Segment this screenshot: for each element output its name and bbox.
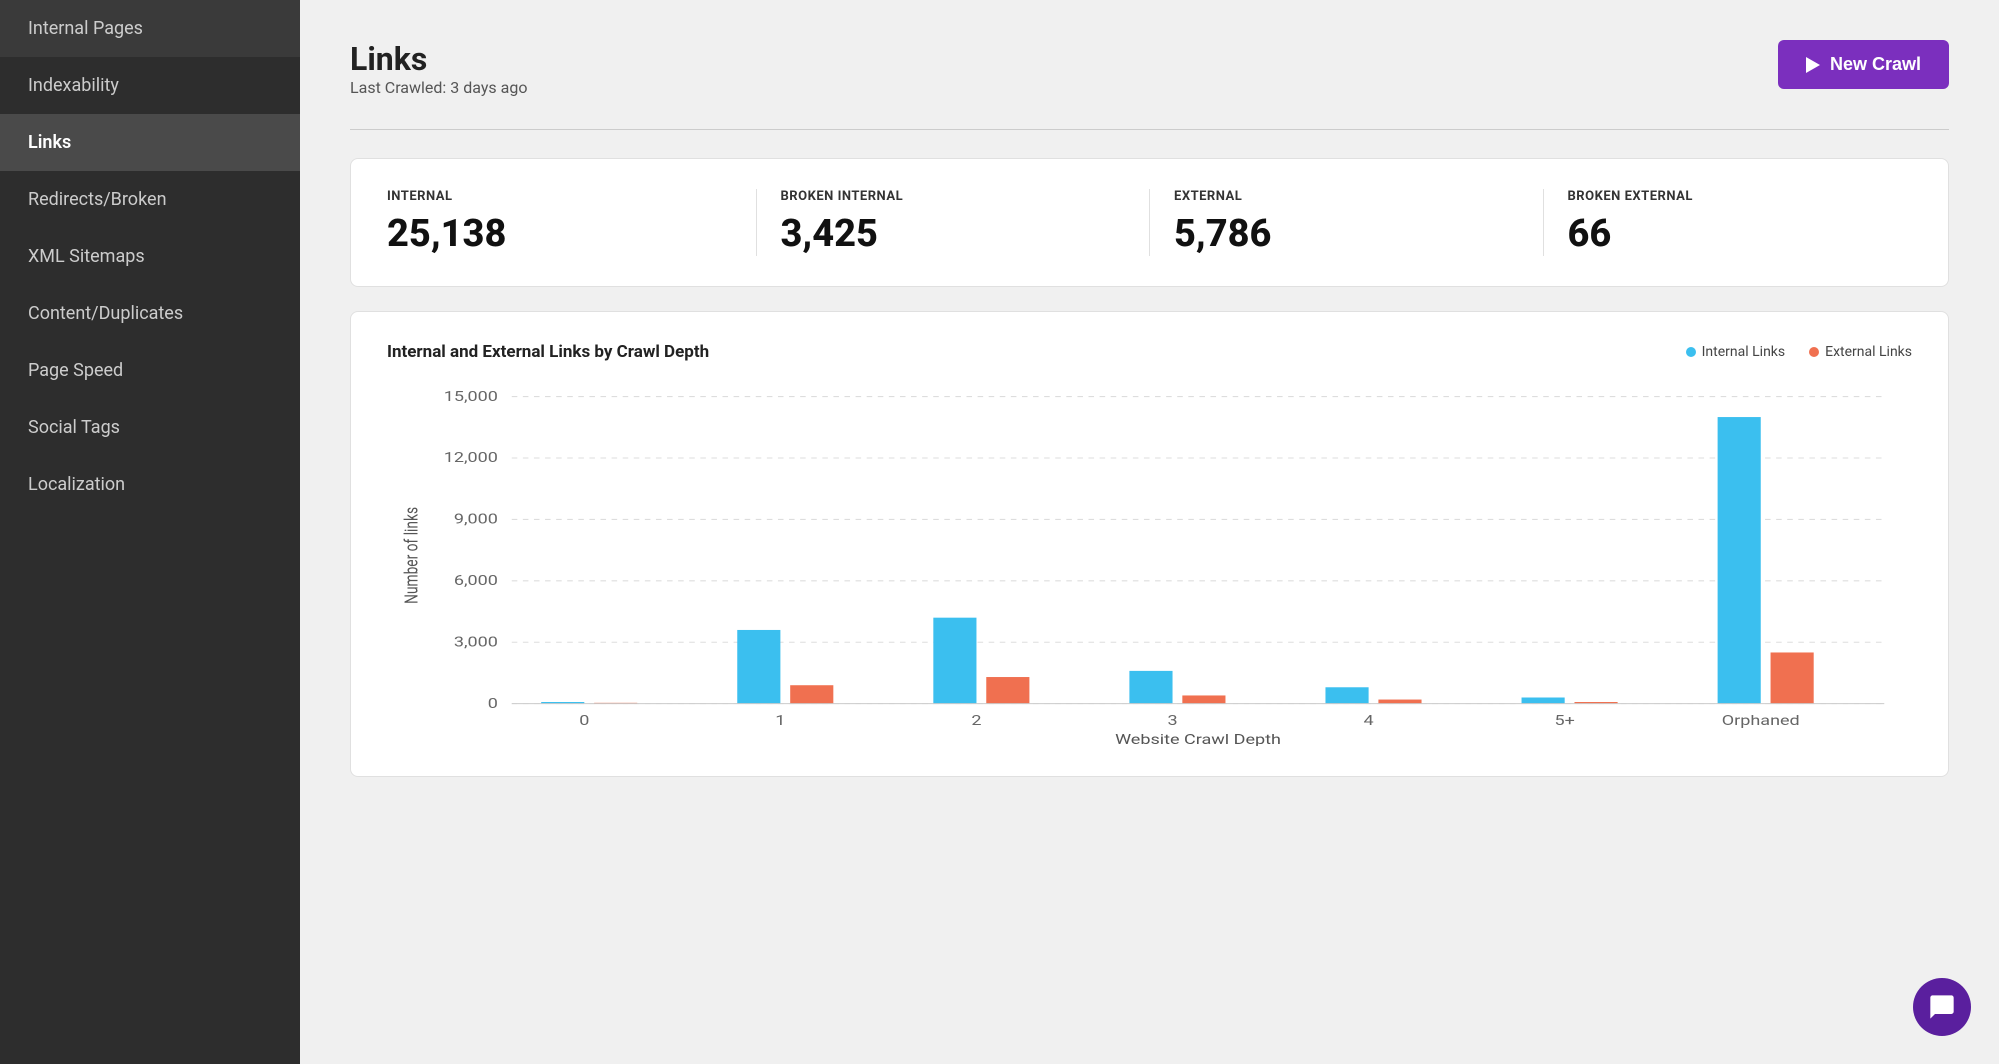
legend-dot-external-links [1809, 347, 1819, 357]
last-crawled-text: Last Crawled: 3 days ago [350, 78, 527, 97]
sidebar-item-xml-sitemaps[interactable]: XML Sitemaps [0, 228, 300, 285]
stat-label-internal: INTERNAL [387, 189, 732, 204]
legend-item-internal-links: Internal Links [1686, 344, 1786, 360]
svg-text:1: 1 [775, 712, 785, 728]
new-crawl-button[interactable]: New Crawl [1778, 40, 1949, 89]
stat-external: EXTERNAL 5,786 [1150, 189, 1544, 256]
svg-text:9,000: 9,000 [454, 511, 498, 527]
stat-value-broken-internal: 3,425 [781, 212, 1126, 256]
svg-text:6,000: 6,000 [454, 572, 498, 588]
svg-text:3: 3 [1167, 712, 1177, 728]
chart-container: 0 3,000 6,000 9,000 12,000 15,000 Number of li… [387, 386, 1912, 746]
sidebar-item-content-duplicates[interactable]: Content/Duplicates [0, 285, 300, 342]
sidebar-item-social-tags[interactable]: Social Tags [0, 399, 300, 456]
chat-button[interactable] [1913, 978, 1971, 1036]
chart-title: Internal and External Links by Crawl Dep… [387, 342, 709, 362]
svg-text:15,000: 15,000 [444, 388, 498, 404]
page-header: Links Last Crawled: 3 days ago New Crawl [350, 40, 1949, 121]
stat-internal: INTERNAL 25,138 [387, 189, 757, 256]
sidebar-item-localization[interactable]: Localization [0, 456, 300, 513]
chart-header: Internal and External Links by Crawl Dep… [387, 342, 1912, 362]
svg-text:4: 4 [1364, 712, 1374, 728]
sidebar-item-links[interactable]: Links [0, 114, 300, 171]
svg-text:5+: 5+ [1555, 712, 1575, 728]
stat-label-broken-internal: BROKEN INTERNAL [781, 189, 1126, 204]
svg-text:0: 0 [579, 712, 589, 728]
legend-label-internal-links: Internal Links [1702, 344, 1786, 360]
sidebar-item-page-speed[interactable]: Page Speed [0, 342, 300, 399]
svg-text:0: 0 [488, 695, 498, 711]
stat-value-external: 5,786 [1174, 212, 1519, 256]
svg-text:2: 2 [971, 712, 981, 728]
chart-card: Internal and External Links by Crawl Dep… [350, 311, 1949, 777]
page-title-area: Links Last Crawled: 3 days ago [350, 40, 527, 121]
sidebar: Internal PagesIndexabilityLinksRedirects… [0, 0, 300, 1064]
sidebar-item-indexability[interactable]: Indexability [0, 57, 300, 114]
svg-text:Website Crawl Depth: Website Crawl Depth [1115, 731, 1281, 746]
stat-broken-internal: BROKEN INTERNAL 3,425 [757, 189, 1151, 256]
header-divider [350, 129, 1949, 130]
legend-dot-internal-links [1686, 347, 1696, 357]
stats-card: INTERNAL 25,138 BROKEN INTERNAL 3,425 EX… [350, 158, 1949, 287]
chart-legend: Internal Links External Links [1686, 344, 1912, 360]
stat-label-external: EXTERNAL [1174, 189, 1519, 204]
stat-broken-external: BROKEN EXTERNAL 66 [1544, 189, 1913, 256]
svg-text:12,000: 12,000 [444, 449, 498, 465]
chart-svg: 0 3,000 6,000 9,000 12,000 15,000 Number of li… [387, 386, 1912, 746]
main-content: Links Last Crawled: 3 days ago New Crawl… [300, 0, 1999, 1064]
new-crawl-label: New Crawl [1830, 54, 1921, 75]
stat-value-broken-external: 66 [1568, 212, 1913, 256]
stat-value-internal: 25,138 [387, 212, 732, 256]
svg-text:Number of links: Number of links [401, 507, 422, 604]
stat-label-broken-external: BROKEN EXTERNAL [1568, 189, 1913, 204]
sidebar-item-internal-pages[interactable]: Internal Pages [0, 0, 300, 57]
play-icon [1806, 57, 1820, 73]
svg-text:Orphaned: Orphaned [1722, 712, 1800, 728]
svg-text:3,000: 3,000 [454, 634, 498, 650]
page-title: Links [350, 40, 527, 78]
chat-icon [1928, 993, 1956, 1021]
sidebar-item-redirects-broken[interactable]: Redirects/Broken [0, 171, 300, 228]
legend-item-external-links: External Links [1809, 344, 1912, 360]
legend-label-external-links: External Links [1825, 344, 1912, 360]
